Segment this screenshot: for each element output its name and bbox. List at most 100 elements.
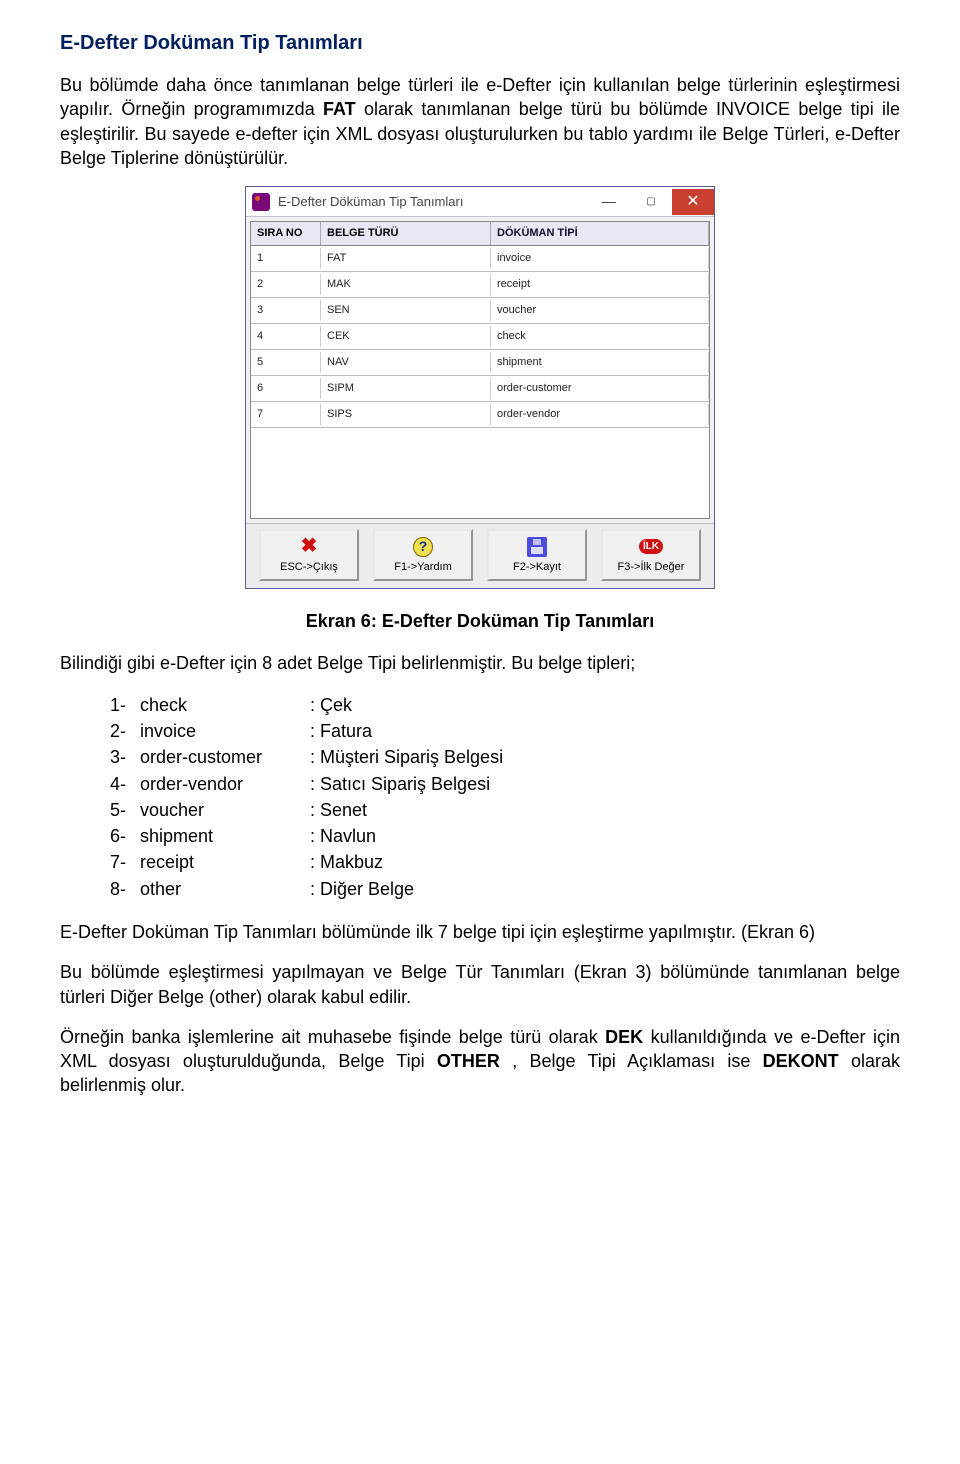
list-item: 2- invoice : Fatura <box>110 718 900 744</box>
item-num: 4- <box>110 772 140 796</box>
f3-firstvalue-button[interactable]: İLK F3->İlk Değer <box>601 529 701 581</box>
col-header-belgeturu[interactable]: BELGE TÜRÜ <box>321 222 491 245</box>
item-desc: : Diğer Belge <box>310 877 414 901</box>
cell-sirano[interactable]: 6 <box>251 378 321 399</box>
col-header-sirano[interactable]: SIRA NO <box>251 222 321 245</box>
window-controls: — ▢ ✕ <box>588 189 714 215</box>
cell-sirano[interactable]: 7 <box>251 404 321 425</box>
col-header-dokumantipi[interactable]: DÖKÜMAN TİPİ <box>491 222 709 245</box>
button-label: F3->İlk Değer <box>618 560 685 575</box>
f2-save-button[interactable]: F2->Kayıt <box>487 529 587 581</box>
item-num: 2- <box>110 719 140 743</box>
item-desc: : Müşteri Sipariş Belgesi <box>310 745 503 769</box>
help-icon: ? <box>412 536 434 558</box>
text: , Belge Tipi Açıklaması ise <box>512 1051 762 1071</box>
paragraph-types-intro: Bilindiği gibi e-Defter için 8 adet Belg… <box>60 651 900 675</box>
item-code: order-vendor <box>140 772 310 796</box>
cell-sirano[interactable]: 4 <box>251 326 321 347</box>
cell-belgeturu[interactable]: SIPS <box>321 404 491 425</box>
cell-dokumantipi[interactable]: voucher <box>491 300 709 321</box>
cell-dokumantipi[interactable]: order-vendor <box>491 404 709 425</box>
button-label: F1->Yardım <box>394 560 452 575</box>
cell-sirano[interactable]: 1 <box>251 248 321 269</box>
item-desc: : Makbuz <box>310 850 383 874</box>
text-bold-dek: DEK <box>605 1027 643 1047</box>
cell-sirano[interactable]: 2 <box>251 274 321 295</box>
list-item: 8- other : Diğer Belge <box>110 876 900 902</box>
paragraph-4: Bu bölümde eşleştirmesi yapılmayan ve Be… <box>60 960 900 1009</box>
cell-dokumantipi[interactable]: check <box>491 326 709 347</box>
cell-dokumantipi[interactable]: invoice <box>491 248 709 269</box>
paragraph-5: Örneğin banka işlemlerine ait muhasebe f… <box>60 1025 900 1098</box>
text-bold-dekont: DEKONT <box>763 1051 839 1071</box>
belge-tipi-list: 1- check : Çek 2- invoice : Fatura 3- or… <box>110 692 900 902</box>
grid-header: SIRA NO BELGE TÜRÜ DÖKÜMAN TİPİ <box>251 222 709 246</box>
item-desc: : Çek <box>310 693 352 717</box>
list-item: 1- check : Çek <box>110 692 900 718</box>
cell-dokumantipi[interactable]: shipment <box>491 352 709 373</box>
cell-belgeturu[interactable]: SEN <box>321 300 491 321</box>
ilk-icon: İLK <box>640 536 662 558</box>
maximize-button[interactable]: ▢ <box>630 189 672 215</box>
paragraph-3: E-Defter Doküman Tip Tanımları bölümünde… <box>60 920 900 944</box>
table-row[interactable]: 5 NAV shipment <box>251 350 709 376</box>
text-bold-fat: FAT <box>323 99 356 119</box>
text-bold-other: OTHER <box>437 1051 500 1071</box>
button-label: ESC->Çıkış <box>280 560 338 575</box>
paragraph-intro: Bu bölümde daha önce tanımlanan belge tü… <box>60 73 900 170</box>
esc-exit-button[interactable]: ✖ ESC->Çıkış <box>259 529 359 581</box>
item-code: other <box>140 877 310 901</box>
cell-sirano[interactable]: 5 <box>251 352 321 373</box>
item-num: 3- <box>110 745 140 769</box>
item-code: check <box>140 693 310 717</box>
list-item: 4- order-vendor : Satıcı Sipariş Belgesi <box>110 771 900 797</box>
table-row[interactable]: 4 CEK check <box>251 324 709 350</box>
cell-sirano[interactable]: 3 <box>251 300 321 321</box>
list-item: 6- shipment : Navlun <box>110 823 900 849</box>
figure-caption: Ekran 6: E-Defter Doküman Tip Tanımları <box>60 609 900 633</box>
dialog-titlebar: E-Defter Döküman Tip Tanımları — ▢ ✕ <box>246 187 714 217</box>
item-code: order-customer <box>140 745 310 769</box>
item-num: 1- <box>110 693 140 717</box>
app-icon <box>252 193 270 211</box>
minimize-button[interactable]: — <box>588 189 630 215</box>
table-row[interactable]: 2 MAK receipt <box>251 272 709 298</box>
item-code: receipt <box>140 850 310 874</box>
item-desc: : Satıcı Sipariş Belgesi <box>310 772 490 796</box>
list-item: 5- voucher : Senet <box>110 797 900 823</box>
item-code: voucher <box>140 798 310 822</box>
table-row[interactable]: 1 FAT invoice <box>251 246 709 272</box>
dialog-edeftertip: E-Defter Döküman Tip Tanımları — ▢ ✕ SIR… <box>245 186 715 589</box>
button-label: F2->Kayıt <box>513 560 561 575</box>
item-desc: : Fatura <box>310 719 372 743</box>
cell-belgeturu[interactable]: SIPM <box>321 378 491 399</box>
cell-belgeturu[interactable]: CEK <box>321 326 491 347</box>
cell-dokumantipi[interactable]: order-customer <box>491 378 709 399</box>
cell-belgeturu[interactable]: MAK <box>321 274 491 295</box>
save-icon <box>526 536 548 558</box>
item-num: 5- <box>110 798 140 822</box>
grid-empty-area[interactable] <box>251 428 709 518</box>
item-desc: : Navlun <box>310 824 376 848</box>
item-num: 7- <box>110 850 140 874</box>
table-row[interactable]: 3 SEN voucher <box>251 298 709 324</box>
data-grid[interactable]: SIRA NO BELGE TÜRÜ DÖKÜMAN TİPİ 1 FAT in… <box>250 221 710 519</box>
page-title: E-Defter Doküman Tip Tanımları <box>60 30 900 57</box>
item-code: shipment <box>140 824 310 848</box>
item-num: 8- <box>110 877 140 901</box>
close-button[interactable]: ✕ <box>672 189 714 215</box>
list-item: 3- order-customer : Müşteri Sipariş Belg… <box>110 744 900 770</box>
item-code: invoice <box>140 719 310 743</box>
cell-dokumantipi[interactable]: receipt <box>491 274 709 295</box>
close-icon: ✖ <box>298 536 320 558</box>
table-row[interactable]: 7 SIPS order-vendor <box>251 402 709 428</box>
cell-belgeturu[interactable]: FAT <box>321 248 491 269</box>
text: Örneğin banka işlemlerine ait muhasebe f… <box>60 1027 605 1047</box>
table-row[interactable]: 6 SIPM order-customer <box>251 376 709 402</box>
item-num: 6- <box>110 824 140 848</box>
cell-belgeturu[interactable]: NAV <box>321 352 491 373</box>
item-desc: : Senet <box>310 798 367 822</box>
list-item: 7- receipt : Makbuz <box>110 849 900 875</box>
dialog-title: E-Defter Döküman Tip Tanımları <box>278 193 588 211</box>
f1-help-button[interactable]: ? F1->Yardım <box>373 529 473 581</box>
